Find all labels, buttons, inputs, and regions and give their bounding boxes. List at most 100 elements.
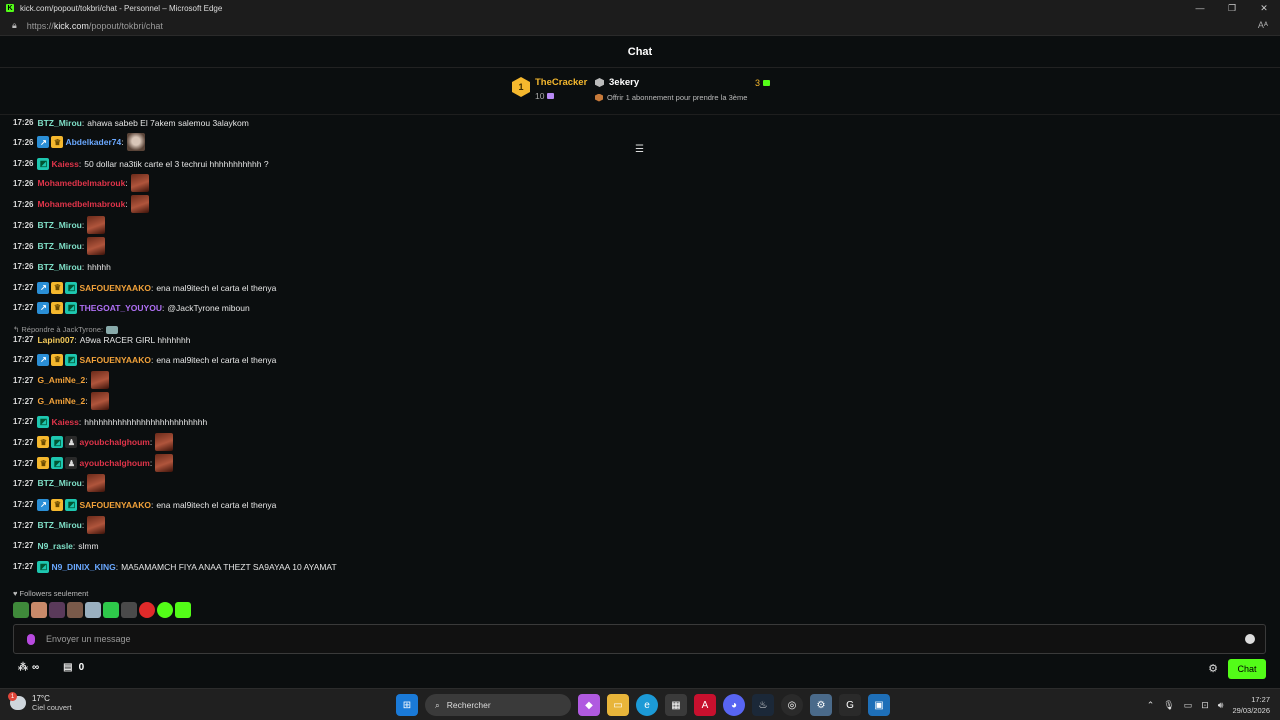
emote-red-icon[interactable] [139, 602, 155, 618]
dark-badge-icon[interactable]: ♟ [65, 436, 78, 448]
message-username[interactable]: BTZ_Mirou [37, 520, 81, 530]
chat-message[interactable]: 17:27 G_AmiNe_2: [13, 392, 109, 410]
edge-icon[interactable]: e [636, 694, 658, 716]
microphone-tray-icon[interactable]: 🎙︎ [1163, 700, 1174, 711]
teal-badge-icon[interactable]: ◩ [51, 436, 64, 448]
emote-kick-icon[interactable] [157, 602, 173, 618]
message-emote[interactable] [87, 474, 106, 492]
address-bar[interactable]: 🔒︎ https://kick.com/popout/tokbri/chat A… [0, 16, 1280, 36]
message-emote[interactable] [130, 174, 149, 192]
message-emote[interactable] [87, 237, 106, 255]
lock-icon[interactable]: 🔒︎ [12, 20, 17, 31]
reply-context[interactable]: ↰ Répondre à JackTyrone: [13, 325, 119, 334]
gold-badge-icon[interactable]: ♛ [51, 301, 64, 314]
logitech-icon[interactable]: G [839, 694, 861, 716]
message-username[interactable]: BTZ_Mirou [37, 478, 81, 488]
leaderboard-entry[interactable]: 1 TheCracker 10 [512, 77, 587, 101]
gold-badge-icon[interactable]: ♛ [51, 498, 64, 511]
dark-badge-icon[interactable]: ♟ [65, 457, 78, 469]
message-input-box[interactable] [13, 624, 1266, 654]
teal-badge-icon[interactable]: ◩ [51, 457, 64, 469]
message-emote[interactable] [155, 454, 174, 472]
message-username[interactable]: BTZ_Mirou [37, 241, 81, 251]
chat-message[interactable]: 17:26 BTZ_Mirou: hhhhh [13, 261, 111, 272]
teal-badge-icon[interactable]: ◩ [37, 560, 50, 573]
emote-logo-icon[interactable] [49, 602, 65, 618]
emote-green-icon[interactable] [103, 602, 119, 618]
message-username[interactable]: G_AmiNe_2 [37, 396, 85, 406]
chevron-up-icon[interactable]: ⌃ [1147, 700, 1155, 711]
chat-message[interactable]: 17:26 BTZ_Mirou: ahawa sabeb El 7akem sale… [13, 117, 249, 128]
message-username[interactable]: Mohamedbelmabrouk [37, 199, 125, 209]
gold-badge-icon[interactable]: ♛ [51, 281, 64, 294]
adobe-icon[interactable]: A [694, 694, 716, 716]
teal-badge-icon[interactable]: ◩ [37, 157, 50, 170]
file-explorer-icon[interactable]: ▭ [607, 694, 629, 716]
settings-app-icon[interactable]: ⚙ [810, 694, 832, 716]
windows-start-icon[interactable]: ⊞ [396, 694, 418, 716]
chat-message[interactable]: 17:27 ◩ N9_DINIX_KING: MA5AMAMCH FIYA ANAA … [13, 560, 337, 573]
chat-message[interactable]: 17:26 ↗ ♛ Abdelkader74: [13, 133, 145, 151]
app-circle-icon[interactable]: ◎ [781, 694, 803, 716]
chat-message[interactable]: 17:27 N9_rasle: slmm [13, 540, 99, 551]
emote-hat-icon[interactable] [121, 602, 137, 618]
chat-message[interactable]: 17:27 ↗ ♛ ◩ SAFOUENYAAKO: ena mal9itech el ca… [13, 353, 276, 366]
volume-icon[interactable]: 🔊︎ [1218, 700, 1224, 711]
points-icon[interactable]: ⁂ [18, 662, 28, 673]
blue-badge-icon[interactable]: ↗ [37, 301, 50, 314]
teal-badge-icon[interactable]: ◩ [65, 498, 78, 511]
sub-goal[interactable]: 3ekery 3 Offrir 1 abonnement pour prendr… [595, 77, 770, 102]
gold-badge-icon[interactable]: ♛ [37, 436, 50, 448]
store-app-icon[interactable]: ▦ [665, 694, 687, 716]
blue-badge-icon[interactable]: ↗ [37, 136, 50, 148]
message-username[interactable]: ayoubchalghoum [79, 437, 149, 447]
emote-person-icon[interactable] [67, 602, 83, 618]
message-username[interactable]: BTZ_Mirou [37, 118, 81, 128]
send-chat-button[interactable]: Chat [1228, 659, 1266, 679]
settings-gear-icon[interactable]: ⚙ [1208, 662, 1218, 675]
chat-message[interactable]: 17:27 ↗ ♛ ◩ SAFOUENYAAKO: ena mal9itech el ca… [13, 498, 276, 511]
message-username[interactable]: SAFOUENYAAKO [79, 355, 150, 365]
clock[interactable]: 17:27 29/03/2026 [1232, 694, 1270, 716]
message-username[interactable]: Kaiess [51, 159, 78, 169]
chat-message[interactable]: 17:27 ♛ ◩ ♟ ayoubchalghoum: [13, 433, 174, 451]
chat-message[interactable]: 17:26 BTZ_Mirou: [13, 216, 106, 234]
emote-frog-icon[interactable] [13, 602, 29, 618]
message-emote[interactable] [87, 516, 106, 534]
chat-message[interactable]: 17:27 BTZ_Mirou: [13, 516, 106, 534]
teal-badge-icon[interactable]: ◩ [65, 281, 78, 294]
teal-badge-icon[interactable]: ◩ [37, 415, 50, 428]
message-username[interactable]: THEGOAT_YOUYOU [79, 303, 162, 313]
blue-badge-icon[interactable]: ↗ [37, 281, 50, 294]
message-username[interactable]: SAFOUENYAAKO [79, 283, 150, 293]
emote-face-icon[interactable] [31, 602, 47, 618]
photos-icon[interactable]: ▣ [868, 694, 890, 716]
microphone-icon[interactable] [27, 633, 35, 645]
message-emote[interactable] [90, 371, 109, 389]
chat-message[interactable]: 17:27 G_AmiNe_2: [13, 371, 109, 389]
store-icon[interactable]: ▤ [63, 662, 72, 673]
message-username[interactable]: Abdelkader74 [65, 137, 121, 147]
message-username[interactable]: Kaiess [51, 417, 78, 427]
teal-badge-icon[interactable]: ◩ [65, 353, 78, 366]
gold-badge-icon[interactable]: ♛ [37, 457, 50, 469]
chat-message[interactable]: 17:26 Mohamedbelmabrouk: [13, 195, 149, 213]
chat-message[interactable]: 17:27 ♛ ◩ ♟ ayoubchalghoum: [13, 454, 174, 472]
chat-message[interactable]: 17:27 BTZ_Mirou: [13, 474, 106, 492]
chat-message[interactable]: 17:26 Mohamedbelmabrouk: [13, 174, 149, 192]
steam-icon[interactable]: ♨ [752, 694, 774, 716]
message-username[interactable]: G_AmiNe_2 [37, 375, 85, 385]
display-icon[interactable]: ▭ [1184, 700, 1193, 711]
emote-kick-smile-icon[interactable] [175, 602, 191, 618]
message-username[interactable]: BTZ_Mirou [37, 220, 81, 230]
message-username[interactable]: ayoubchalghoum [79, 458, 149, 468]
url-text[interactable]: https://kick.com/popout/tokbri/chat [27, 21, 163, 31]
read-aloud-icon[interactable]: Aᴬ [1258, 20, 1268, 30]
message-username[interactable]: BTZ_Mirou [37, 262, 81, 272]
message-emote[interactable] [130, 195, 149, 213]
chat-message[interactable]: 17:27 Lapin007: A9wa RACER GIRL hhhhhhh [13, 334, 190, 345]
taskbar-search[interactable]: ⌕ Rechercher [425, 694, 571, 716]
message-username[interactable]: Mohamedbelmabrouk [37, 178, 125, 188]
message-username[interactable]: SAFOUENYAAKO [79, 500, 150, 510]
chat-message[interactable]: 17:26 BTZ_Mirou: [13, 237, 106, 255]
